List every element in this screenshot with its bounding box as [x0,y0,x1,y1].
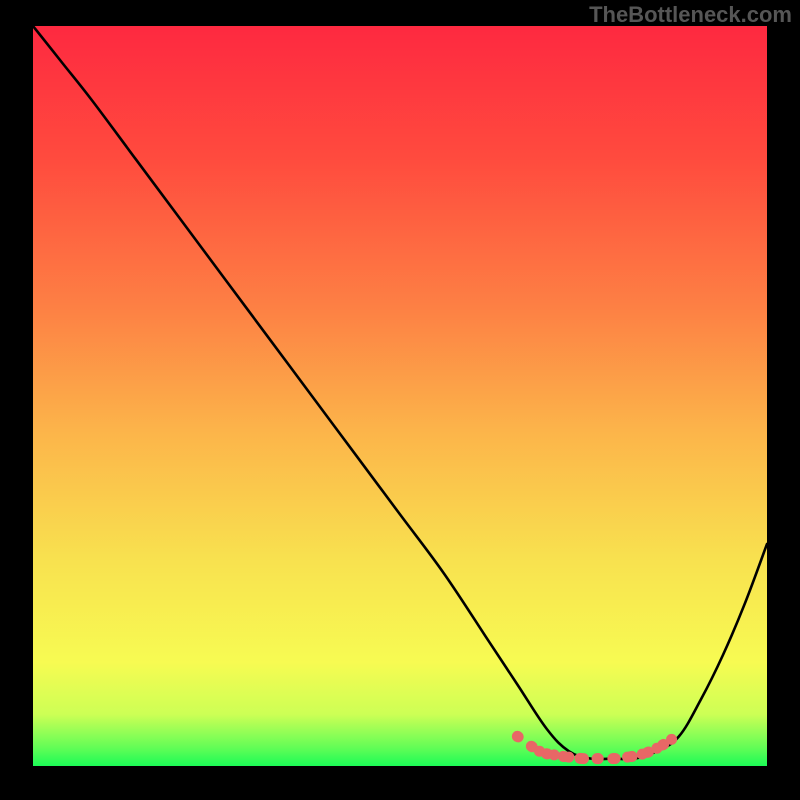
optimal-marker [666,734,677,745]
optimal-marker [593,753,604,764]
optimal-marker [512,731,523,742]
bottleneck-chart [0,0,800,800]
optimal-marker [607,753,618,764]
optimal-marker [578,753,589,764]
optimal-marker [651,743,662,754]
watermark-label: TheBottleneck.com [589,2,792,28]
gradient-background [33,26,767,766]
optimal-marker [622,752,633,763]
optimal-marker [534,746,545,757]
optimal-marker [549,749,560,760]
optimal-marker [637,749,648,760]
optimal-marker [563,752,574,763]
